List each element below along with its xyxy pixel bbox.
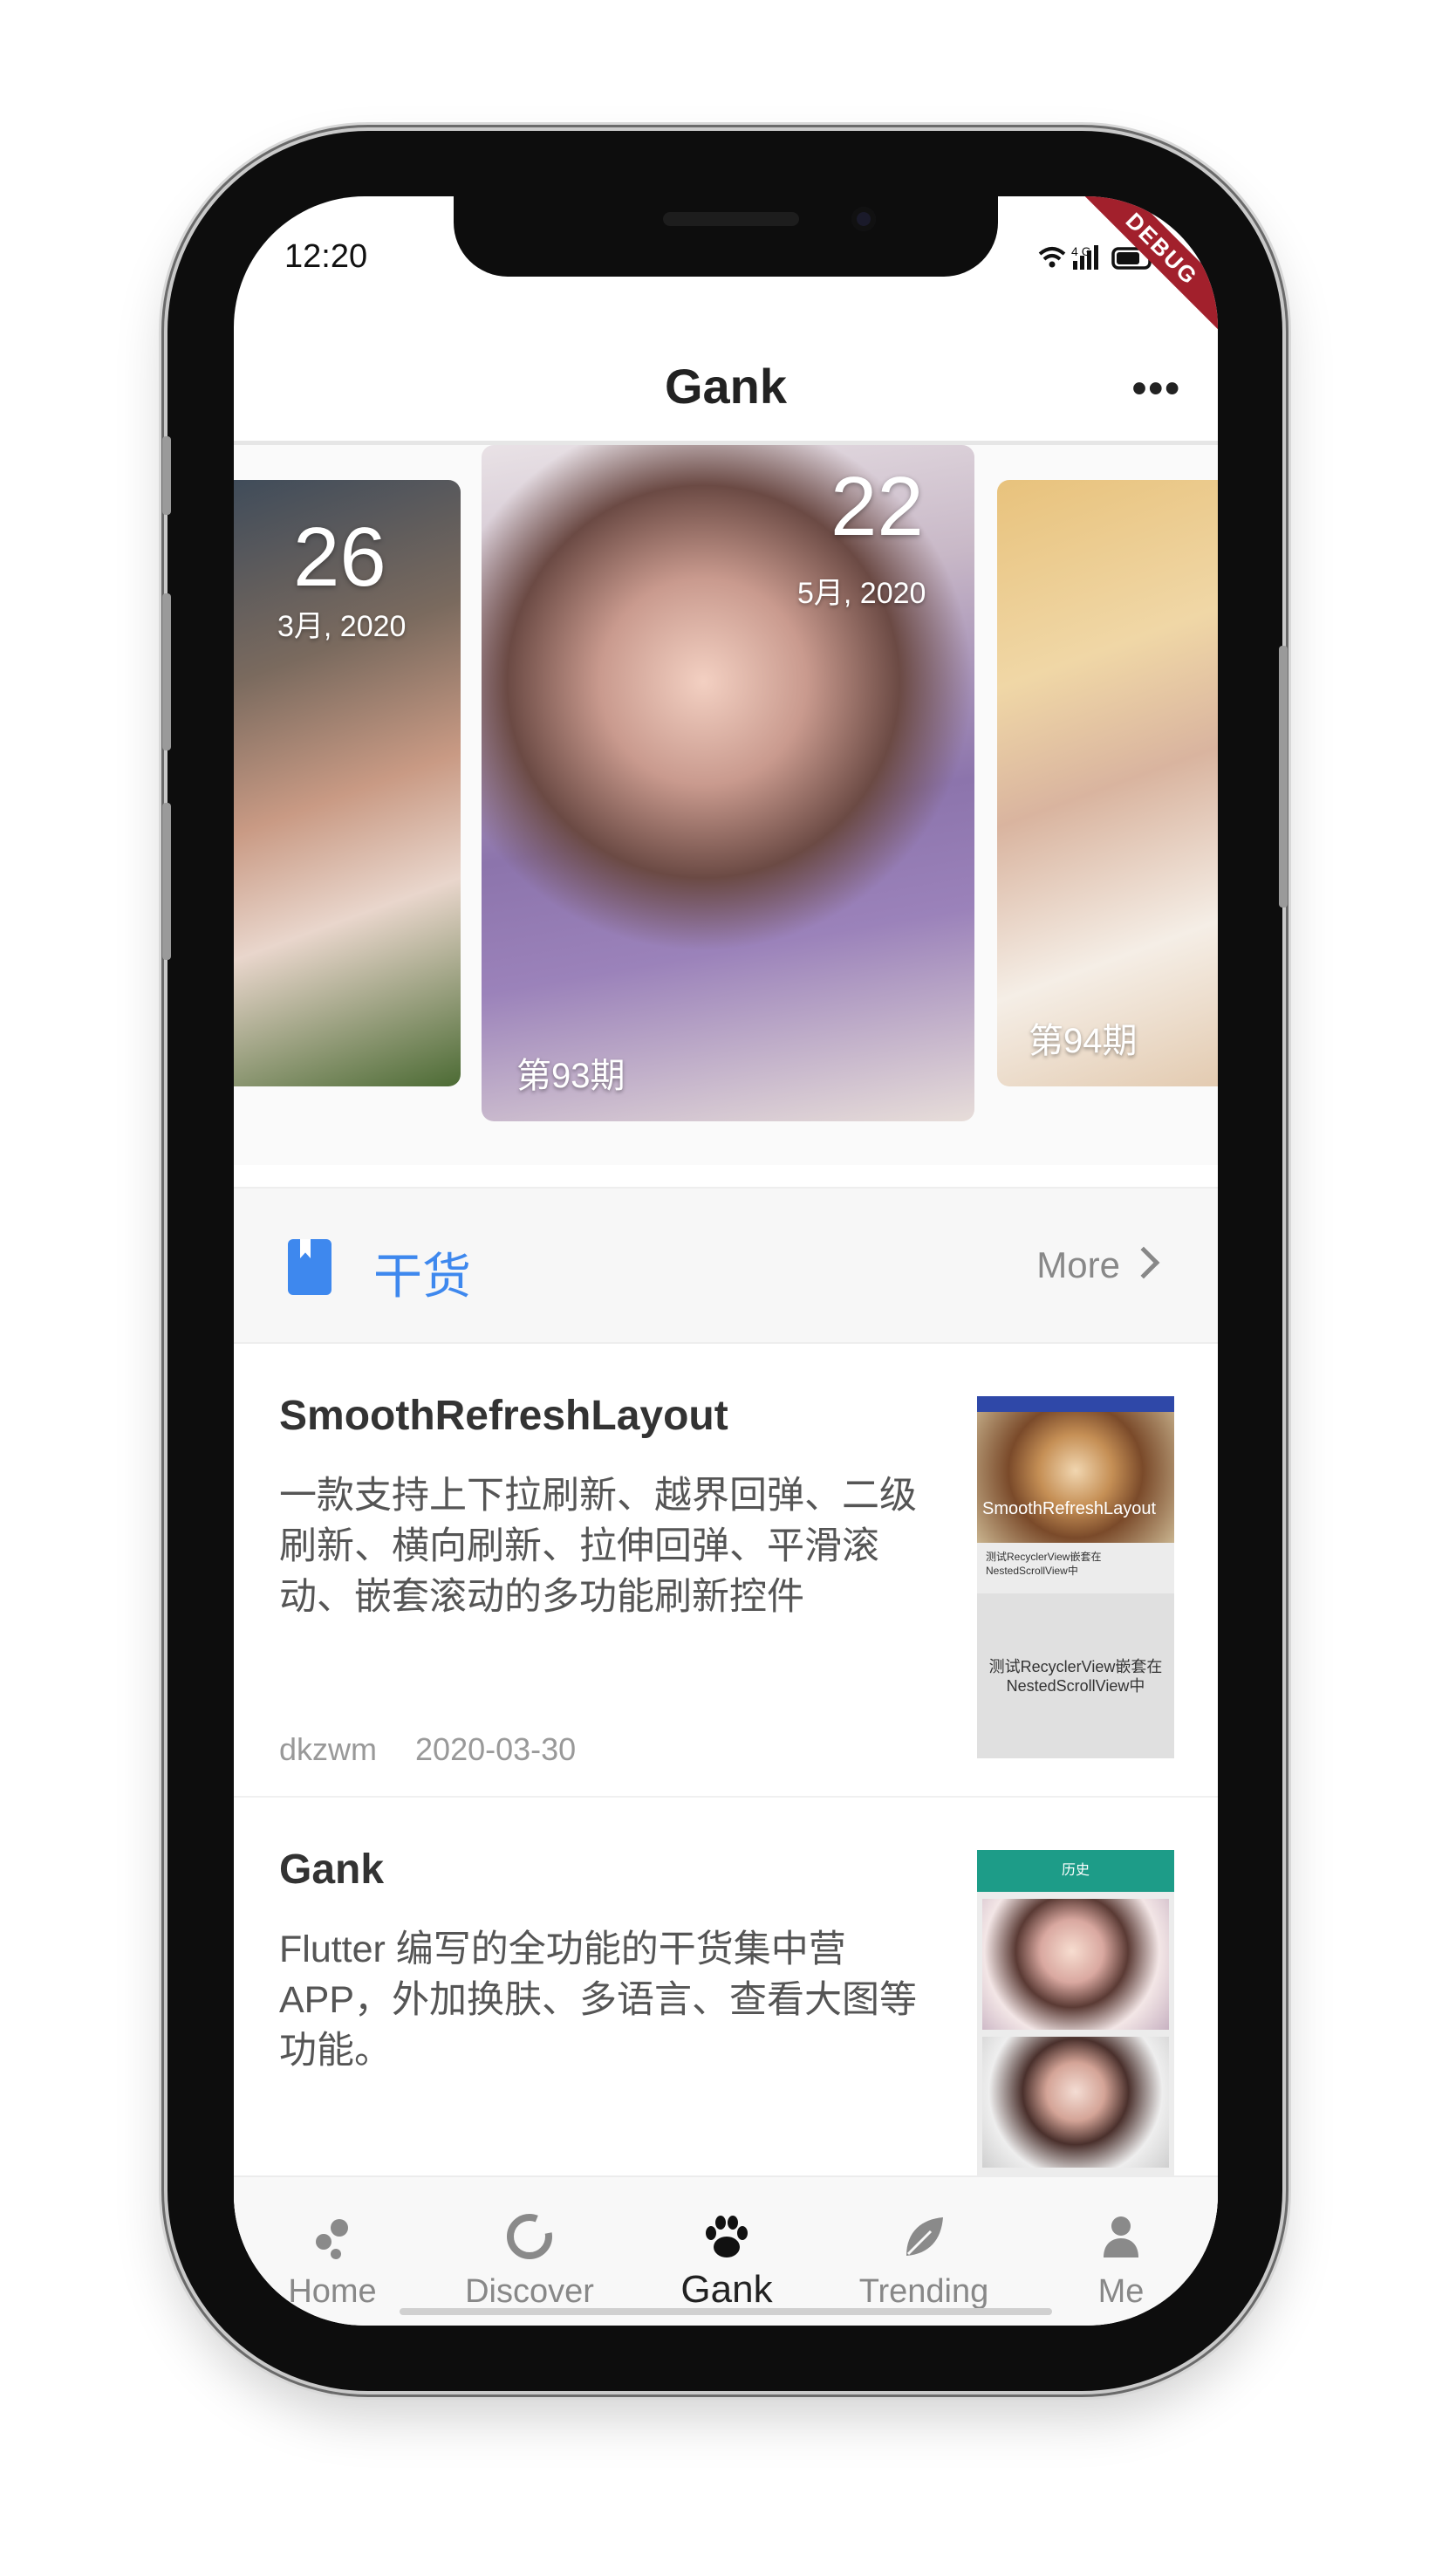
card-day: 22 [830,460,924,553]
front-camera [851,207,876,231]
thumb-image [977,1412,1174,1543]
person-icon [1104,2216,1138,2257]
section-header: 干货 More [234,1187,1218,1344]
power-button [1279,646,1288,908]
section-title: 干货 [373,1249,471,1304]
chevron-right-icon [1127,1246,1160,1279]
article-item[interactable]: SmoothRefreshLayout 一款支持上下拉刷新、越界回弹、二级刷新、… [234,1344,1218,1798]
article-description: Flutter 编写的全功能的干货集中营APP，外加换肤、多语言、查看大图等功能… [279,1929,918,2072]
nav-trending[interactable]: Trending [825,2177,1022,2326]
article-author: dkzwm [279,1731,378,1767]
notch [454,196,998,277]
volume-down-button [162,803,171,960]
nav-label: Me [1097,2273,1145,2310]
article-thumbnail: 历史 [977,1850,1174,2212]
page-title: Gank [664,359,788,414]
home-indicator[interactable] [400,2308,1052,2315]
article-description: 一款支持上下拉刷新、越界回弹、二级刷新、横向刷新、拉伸回弹、平滑滚动、嵌套滚动的… [279,1475,917,1618]
issue-card-featured[interactable]: 22 5月, 2020 第93期 [482,445,974,1121]
thumb-caption: 测试RecyclerView嵌套在NestedScrollView中 [986,1551,1102,1577]
nav-label: Discover [465,2273,594,2310]
thumb-status-bar [977,1396,1174,1412]
app-bar: Gank ••• [234,332,1218,445]
bubbles-icon [316,2219,348,2259]
thumb-image [982,1899,1169,2030]
issue-card[interactable]: 26 3月, 2020 [234,480,461,1086]
more-link-label: More [1036,1244,1120,1285]
article-meta: dkzwm 2020-03-30 [279,1731,576,1768]
article-title: SmoothRefreshLayout [279,1393,728,1439]
status-time: 12:20 [284,238,368,275]
mute-switch [162,436,171,515]
thumb-header: 历史 [977,1850,1174,1892]
card-issue: 第93期 [516,1057,625,1095]
card-month: 3月, 2020 [277,610,407,643]
nav-label: Trending [858,2273,989,2310]
nav-label: Home [288,2273,377,2310]
phone-screen: 12:20 4G DEBUG Gank ••• 26 3月, 2020 22 5… [234,196,1218,2326]
article-title: Gank [279,1846,385,1893]
thumb-image [982,2037,1169,2168]
leaf-icon [906,2217,943,2256]
speaker-grille [663,212,799,226]
more-horizontal-icon[interactable]: ••• [1132,365,1181,413]
nav-label: Gank [680,2268,773,2311]
card-day: 26 [293,510,386,604]
nav-home[interactable]: Home [234,2177,431,2326]
article-date: 2020-03-30 [415,1731,577,1767]
more-link[interactable]: More [956,1189,1218,1346]
article-thumbnail: SmoothRefreshLayout 测试RecyclerView嵌套在Nes… [977,1396,1174,1758]
card-issue: 第94期 [1029,1022,1138,1060]
paw-icon [706,2216,748,2257]
volume-up-button [162,593,171,750]
bottom-navigation: Home Discover Gank Trending Me [234,2175,1218,2326]
issue-card[interactable]: 第94期 [997,480,1218,1086]
ring-icon [507,2214,552,2259]
thumb-box: 测试RecyclerView嵌套在NestedScrollView中 [977,1593,1174,1758]
card-month: 5月, 2020 [797,577,926,610]
thumb-overlay-text: SmoothRefreshLayout [982,1499,1157,1518]
nav-gank[interactable]: Gank [628,2177,825,2326]
book-icon [288,1239,331,1295]
nav-discover[interactable]: Discover [431,2177,628,2326]
nav-me[interactable]: Me [1022,2177,1218,2326]
issue-carousel[interactable]: 26 3月, 2020 22 5月, 2020 第93期 第94期 [234,445,1218,1165]
